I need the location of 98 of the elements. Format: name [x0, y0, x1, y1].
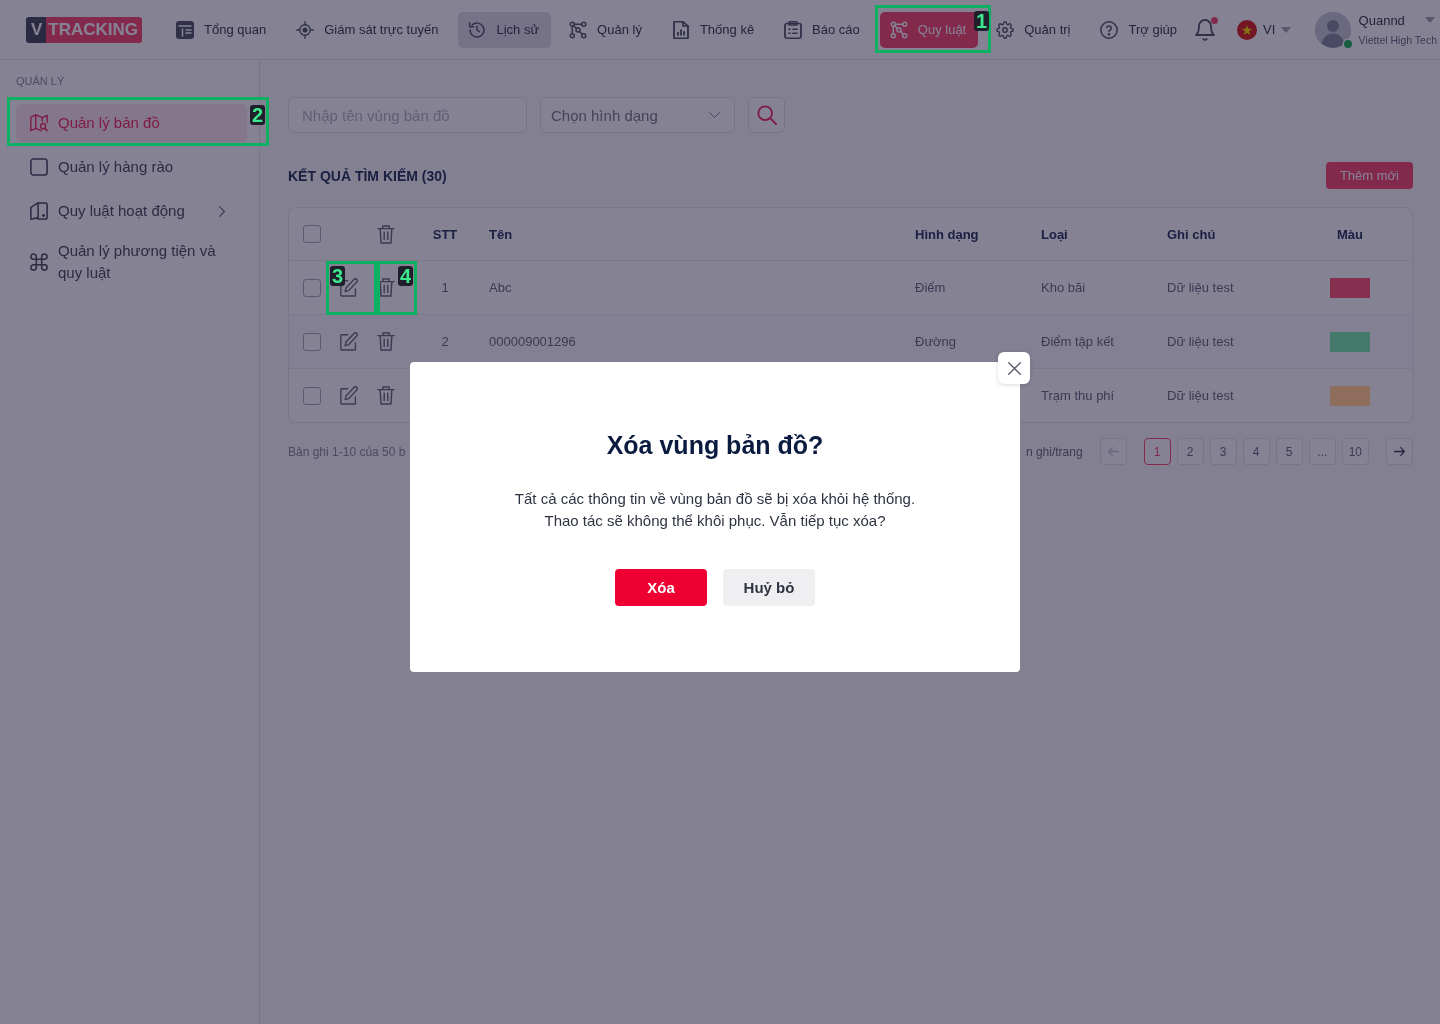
avatar-icon[interactable] [1314, 11, 1351, 48]
close-icon [1007, 361, 1021, 375]
checkbox[interactable] [303, 386, 321, 405]
dialog-title: Xóa vùng bản đồ? [605, 430, 825, 461]
column-header: Tên [489, 226, 513, 242]
table-cell: 000009001296 [489, 334, 576, 349]
column-header: Loại [1041, 226, 1068, 242]
chevron-right-icon[interactable] [219, 205, 225, 217]
nav-tab[interactable]: Báo cáo [774, 11, 872, 48]
crosshair-icon [296, 20, 315, 39]
table-cell: Đường [915, 334, 957, 349]
arrow-right-icon [1394, 447, 1405, 456]
search-button[interactable] [748, 97, 785, 133]
table-cell: Abc [489, 280, 512, 295]
table-cell: Điểm tập kết [1041, 334, 1114, 349]
bell-icon [1195, 18, 1215, 41]
page-button[interactable]: 1 [1143, 438, 1171, 465]
user-name[interactable]: Quannd [1358, 12, 1405, 28]
annotation-number: 4 [397, 266, 413, 286]
trash-icon [377, 224, 395, 244]
notifications-button[interactable] [1195, 17, 1217, 42]
pencil-icon [339, 386, 358, 405]
nav-tab[interactable]: Trợ giúp [1090, 11, 1189, 48]
user-organization: Viettel High Tech [1358, 33, 1437, 47]
confirm-delete-button[interactable]: Xóa [615, 569, 707, 606]
page-button[interactable]: 2 [1176, 438, 1204, 465]
nav-tab[interactable]: Quản lý [559, 11, 654, 48]
column-header: STT [432, 226, 458, 242]
nav-tab[interactable]: Tổng quan [166, 11, 279, 48]
flag-icon [1237, 19, 1257, 40]
page-button[interactable]: 10 [1341, 438, 1369, 465]
annotation-frame [326, 261, 377, 315]
delete-selected-button[interactable] [377, 224, 395, 244]
results-title: KẾT QUẢ TÌM KIẾM (30) [288, 167, 447, 184]
logo-mark: V [26, 16, 47, 43]
nav-tab[interactable]: Lịch sử [458, 11, 552, 48]
column-header: Ghi chú [1167, 226, 1216, 242]
settings-icon [996, 20, 1015, 39]
trash-icon [377, 386, 395, 405]
arrow-left-icon [1107, 447, 1119, 456]
page-button[interactable]: ... [1308, 438, 1336, 465]
column-header: Màu [1337, 226, 1363, 242]
table-cell: Dữ liệu test [1167, 280, 1234, 295]
checkbox[interactable] [303, 278, 321, 297]
square-icon [30, 158, 48, 176]
command-icon [30, 253, 48, 271]
sidebar-item[interactable]: Quản lý bản đồ [16, 104, 247, 142]
trash-icon [377, 332, 395, 351]
close-button[interactable] [998, 352, 1030, 384]
nodes-icon [889, 20, 908, 39]
chevron-down-icon [709, 112, 720, 118]
layout-icon [176, 20, 195, 39]
annotation-frame [377, 261, 417, 315]
search-icon [756, 105, 777, 125]
add-button[interactable]: Thêm mới [1325, 162, 1413, 189]
language-selector[interactable]: VI [1237, 19, 1292, 40]
document-chart-icon [671, 20, 690, 39]
table-cell: Kho bãi [1041, 280, 1086, 295]
page-size-label: n ghi/trang [1025, 444, 1083, 459]
page-button[interactable]: 4 [1242, 438, 1270, 465]
folded-page-icon [30, 202, 48, 220]
delete-button[interactable] [377, 386, 395, 405]
clipboard-icon [784, 20, 803, 39]
cancel-button[interactable]: Huỷ bỏ [723, 569, 815, 606]
annotation-number: 2 [249, 105, 265, 125]
section-label: QUẢN LÝ [15, 75, 66, 88]
nodes-icon [569, 20, 588, 39]
checkbox[interactable] [303, 332, 321, 351]
table-cell: Điểm [915, 280, 946, 295]
table-cell: 1 [441, 280, 449, 295]
nav-tab[interactable]: Thống kê [661, 11, 767, 48]
clock-arrow-icon [468, 20, 487, 39]
logo-wordmark: TRACKING [46, 16, 143, 43]
map-search-icon [30, 114, 48, 132]
annotation-number: 1 [974, 10, 990, 31]
caret-down-icon [1281, 26, 1292, 33]
table-cell: Trạm thu phí [1041, 388, 1115, 403]
checkbox[interactable] [303, 225, 321, 243]
delete-button[interactable] [377, 332, 395, 351]
caret-down-icon[interactable] [1424, 17, 1435, 23]
table-cell: Dữ liệu test [1167, 334, 1234, 349]
page-button[interactable]: 5 [1275, 438, 1303, 465]
pencil-icon [339, 332, 358, 351]
page-button[interactable]: 3 [1209, 438, 1237, 465]
trash-icon [377, 278, 395, 297]
question-circle-icon [1100, 20, 1119, 39]
sidebar-item[interactable]: Quản lý phương tiện và quy luật [16, 236, 247, 288]
table-cell: Dữ liệu test [1167, 388, 1234, 403]
sidebar-item[interactable]: Quy luật hoạt động [16, 192, 247, 230]
nav-tab[interactable]: Giám sát trực tuyến [286, 11, 451, 48]
sidebar-item[interactable]: Quản lý hàng rào [16, 148, 247, 186]
next-page-button[interactable] [1386, 438, 1413, 465]
column-header: Hình dạng [915, 226, 979, 242]
dialog-message: Tất cả các thông tin về vùng bản đồ sẽ bị xóa khỏi hệ thống. Thao tác sẽ không thể khôi phục. Vẫn tiếp tục xóa? [513, 489, 917, 531]
delete-button[interactable] [377, 278, 395, 297]
annotation-number: 3 [330, 266, 346, 286]
table-cell: 2 [441, 334, 449, 349]
shape-select[interactable]: Chọn hình dạng [540, 97, 735, 133]
